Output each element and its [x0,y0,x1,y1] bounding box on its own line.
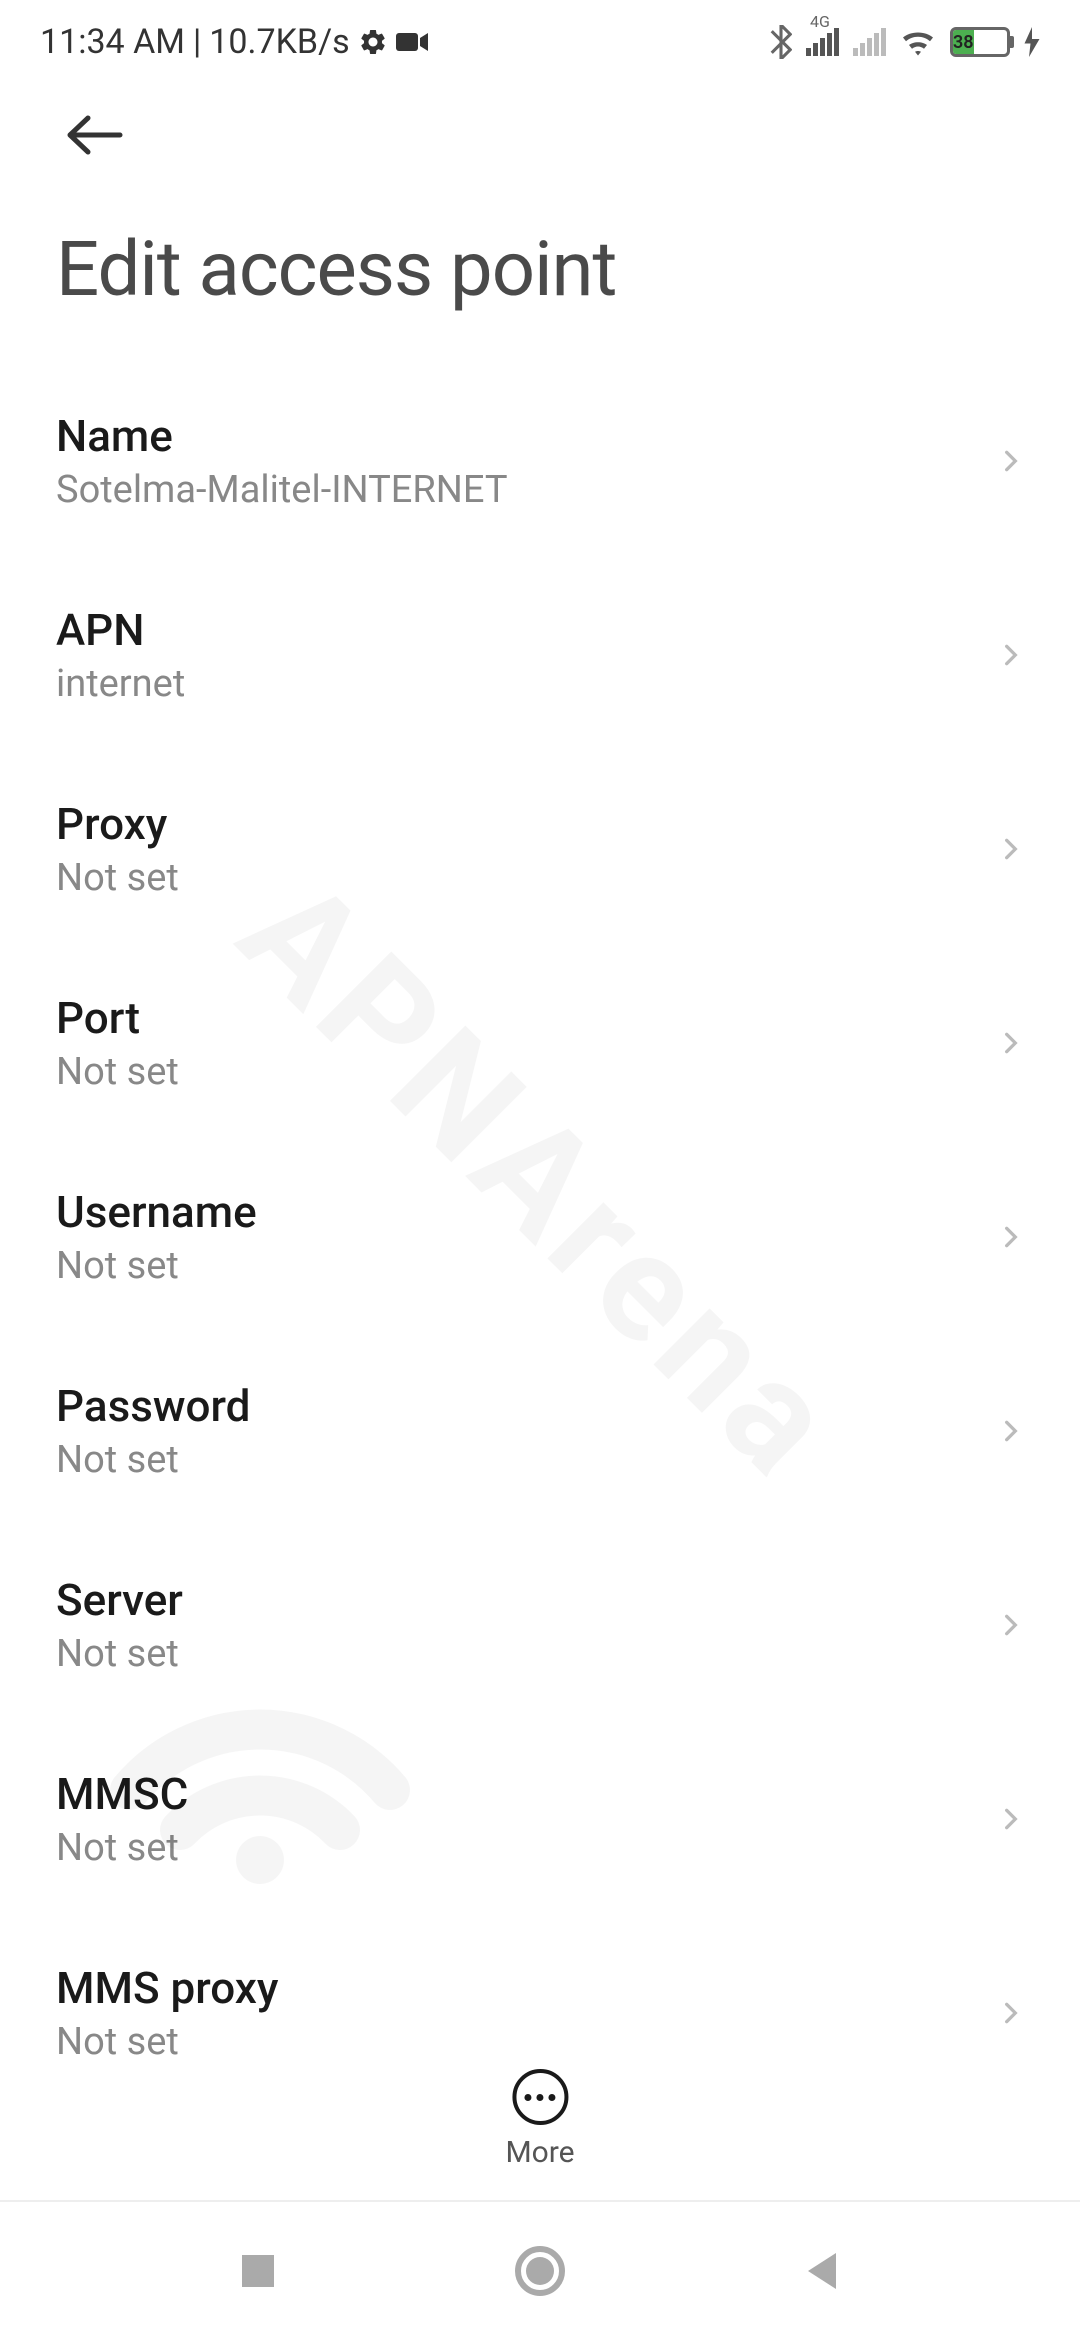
setting-value: internet [56,662,185,706]
gear-icon [358,27,388,57]
setting-label: Name [56,410,508,462]
setting-username[interactable]: Username Not set [0,1140,1080,1334]
circle-icon [514,2245,566,2297]
nav-back-button[interactable] [802,2249,842,2293]
setting-value: Not set [56,1826,188,1870]
setting-value: Not set [56,1632,183,1676]
chevron-right-icon [998,642,1024,668]
signal-1-icon: 4G [806,28,839,56]
nav-home-button[interactable] [514,2245,566,2297]
setting-proxy[interactable]: Proxy Not set [0,752,1080,946]
status-data-rate: 10.7KB/s [209,22,349,62]
setting-value: Sotelma-Malitel-INTERNET [56,468,508,512]
more-icon [512,2069,568,2125]
triangle-icon [802,2249,842,2293]
setting-name[interactable]: Name Sotelma-Malitel-INTERNET [0,364,1080,558]
battery-icon: 38 [950,27,1010,57]
chevron-right-icon [998,448,1024,474]
square-icon [238,2251,278,2291]
setting-label: APN [56,604,185,656]
setting-mmsc[interactable]: MMSC Not set [0,1722,1080,1916]
setting-value: Not set [56,1438,250,1482]
chevron-right-icon [998,2000,1024,2026]
signal-2-icon [853,28,886,56]
setting-password[interactable]: Password Not set [0,1334,1080,1528]
wifi-icon [900,28,936,56]
setting-value: Not set [56,1050,179,1094]
chevron-right-icon [998,1806,1024,1832]
setting-label: MMSC [56,1768,188,1820]
status-separator: | [193,22,201,62]
setting-label: Username [56,1186,257,1238]
settings-list: Name Sotelma-Malitel-INTERNET APN intern… [0,344,1080,2130]
nav-recent-button[interactable] [238,2251,278,2291]
setting-value: Not set [56,856,179,900]
chevron-right-icon [998,1030,1024,1056]
setting-port[interactable]: Port Not set [0,946,1080,1140]
back-arrow-icon [60,110,130,160]
bluetooth-icon [770,25,792,59]
chevron-right-icon [998,1418,1024,1444]
setting-value: Not set [56,1244,257,1288]
page-title: Edit access point [0,174,1080,344]
chevron-right-icon [998,1612,1024,1638]
chevron-right-icon [998,1224,1024,1250]
nav-bar [0,2200,1080,2340]
setting-label: Server [56,1574,183,1626]
setting-apn[interactable]: APN internet [0,558,1080,752]
back-button[interactable] [0,80,1080,174]
more-button[interactable]: More [505,2069,574,2170]
charging-icon [1024,27,1040,57]
setting-server[interactable]: Server Not set [0,1528,1080,1722]
more-label: More [505,2135,574,2170]
setting-label: MMS proxy [56,1962,278,2014]
camera-icon [396,31,428,53]
setting-label: Password [56,1380,250,1432]
setting-label: Proxy [56,798,179,850]
setting-value: Not set [56,2020,278,2064]
chevron-right-icon [998,836,1024,862]
setting-label: Port [56,992,179,1044]
status-time: 11:34 AM [40,22,185,62]
status-bar: 11:34 AM | 10.7KB/s 4G [0,0,1080,80]
